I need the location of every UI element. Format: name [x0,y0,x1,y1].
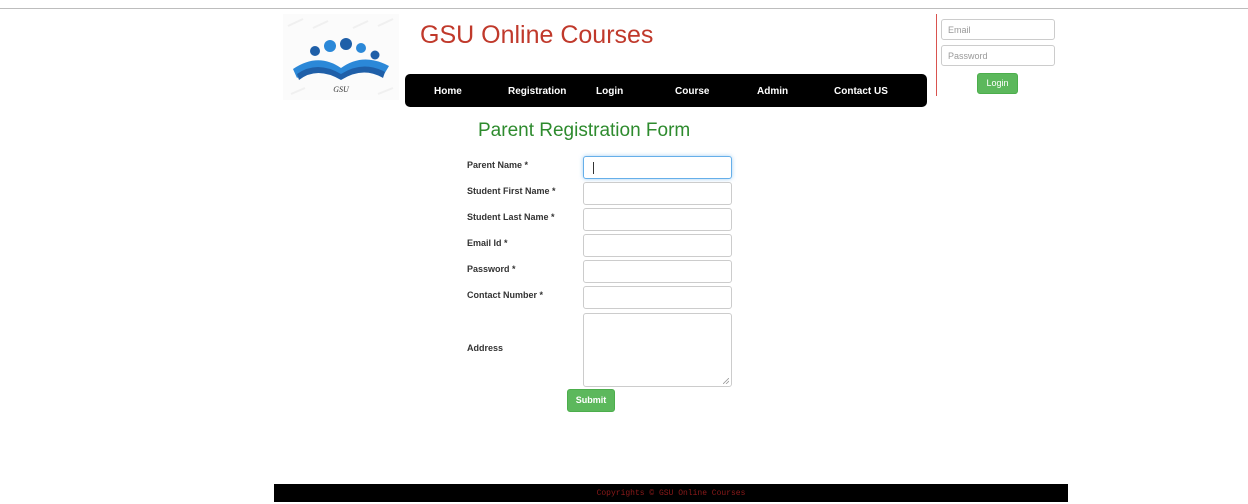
nav-admin[interactable]: Admin [757,74,788,107]
nav-contact-us[interactable]: Contact US [834,74,888,107]
nav-course[interactable]: Course [675,74,709,107]
email-id-input[interactable] [583,234,732,257]
footer: Copyrights © GSU Online Courses [274,484,1068,502]
copyright-text: Copyrights © GSU Online Courses [596,489,746,498]
password-label: Password * [467,264,516,274]
address-label: Address [467,343,504,353]
login-email-input[interactable] [941,19,1055,40]
email-id-label: Email Id * [467,238,508,248]
student-first-name-label: Student First Name * [467,186,556,196]
address-textarea[interactable] [583,313,732,387]
contact-number-input[interactable] [583,286,732,309]
book-people-logo-icon: GSU [283,14,399,100]
student-first-name-input[interactable] [583,182,732,205]
parent-name-input[interactable] [583,156,732,179]
text-caret [593,162,594,174]
nav-login[interactable]: Login [596,74,623,107]
password-input[interactable] [583,260,732,283]
nav-home[interactable]: Home [434,74,462,107]
login-password-input[interactable] [941,45,1055,66]
parent-name-label: Parent Name * [467,160,529,170]
main-nav: Home Registration Login Course Admin Con… [405,74,927,107]
gsu-logo[interactable]: GSU [283,14,399,100]
login-button[interactable]: Login [977,73,1018,94]
submit-button[interactable]: Submit [567,389,615,412]
contact-number-label: Contact Number * [467,290,544,300]
top-divider [0,8,1248,9]
nav-registration[interactable]: Registration [508,74,566,107]
student-last-name-label: Student Last Name * [467,212,555,222]
resize-handle-icon[interactable] [723,378,729,384]
site-title[interactable]: GSU Online Courses [420,21,653,50]
logo-text: GSU [333,85,350,94]
form-title: Parent Registration Form [478,120,691,141]
student-last-name-input[interactable] [583,208,732,231]
login-panel: Login [936,14,1062,96]
